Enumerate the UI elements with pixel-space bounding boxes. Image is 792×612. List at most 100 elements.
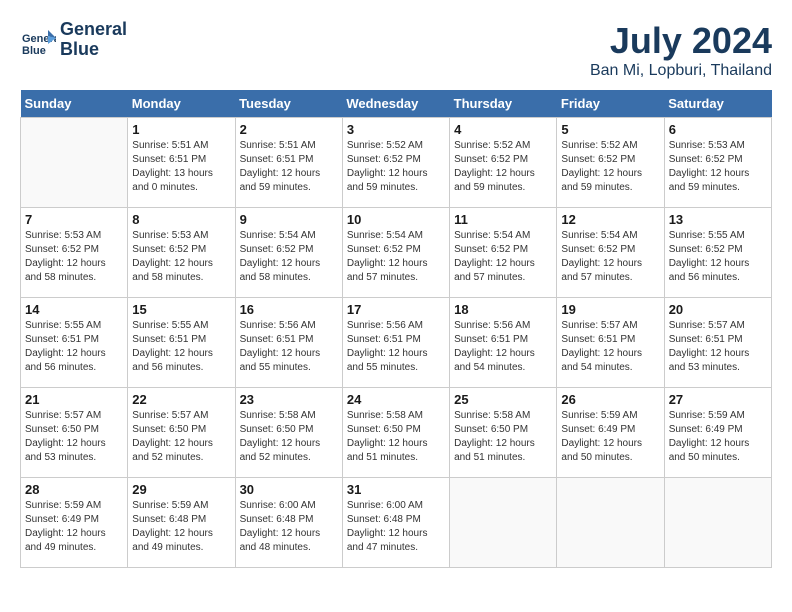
- day-cell: 5 Sunrise: 5:52 AM Sunset: 6:52 PM Daylig…: [557, 118, 664, 208]
- header-day-saturday: Saturday: [664, 90, 771, 118]
- logo-icon: General Blue: [20, 22, 56, 58]
- day-number: 1: [132, 122, 230, 137]
- day-number: 21: [25, 392, 123, 407]
- title-block: July 2024 Ban Mi, Lopburi, Thailand: [590, 20, 772, 80]
- day-cell: [664, 478, 771, 568]
- page-header: General Blue General Blue July 2024 Ban …: [20, 20, 772, 80]
- day-info: Sunrise: 5:58 AM Sunset: 6:50 PM Dayligh…: [454, 409, 552, 465]
- day-number: 23: [240, 392, 338, 407]
- day-info: Sunrise: 5:57 AM Sunset: 6:50 PM Dayligh…: [132, 409, 230, 465]
- day-number: 31: [347, 482, 445, 497]
- day-info: Sunrise: 5:52 AM Sunset: 6:52 PM Dayligh…: [454, 139, 552, 195]
- header-day-wednesday: Wednesday: [342, 90, 449, 118]
- day-cell: 17 Sunrise: 5:56 AM Sunset: 6:51 PM Dayli…: [342, 298, 449, 388]
- day-cell: 3Sunrise: 5:52 AM Sunset: 6:52 PM Daylig…: [342, 118, 449, 208]
- day-number: 9: [240, 212, 338, 227]
- header-row: SundayMondayTuesdayWednesdayThursdayFrid…: [21, 90, 772, 118]
- day-number: 18: [454, 302, 552, 317]
- day-info: Sunrise: 5:51 AM Sunset: 6:51 PM Dayligh…: [240, 139, 338, 195]
- day-cell: 9Sunrise: 5:54 AM Sunset: 6:52 PM Daylig…: [235, 208, 342, 298]
- day-number: 28: [25, 482, 123, 497]
- day-cell: 19Sunrise: 5:57 AM Sunset: 6:51 PM Dayli…: [557, 298, 664, 388]
- day-info: Sunrise: 5:57 AM Sunset: 6:51 PM Dayligh…: [669, 319, 767, 375]
- day-cell: 26 Sunrise: 5:59 AM Sunset: 6:49 PM Dayli…: [557, 388, 664, 478]
- day-number: 29: [132, 482, 230, 497]
- day-cell: 21 Sunrise: 5:57 AM Sunset: 6:50 PM Dayli…: [21, 388, 128, 478]
- day-number: 2: [240, 122, 338, 137]
- day-cell: 27 Sunrise: 5:59 AM Sunset: 6:49 PM Dayli…: [664, 388, 771, 478]
- day-number: 6: [669, 122, 767, 137]
- day-cell: 11Sunrise: 5:54 AM Sunset: 6:52 PM Dayli…: [450, 208, 557, 298]
- day-cell: 30Sunrise: 6:00 AM Sunset: 6:48 PM Dayli…: [235, 478, 342, 568]
- logo-text: General Blue: [60, 20, 127, 60]
- day-number: 19: [561, 302, 659, 317]
- day-number: 22: [132, 392, 230, 407]
- day-info: Sunrise: 5:57 AM Sunset: 6:50 PM Dayligh…: [25, 409, 123, 465]
- day-number: 14: [25, 302, 123, 317]
- svg-text:Blue: Blue: [22, 45, 46, 57]
- day-info: Sunrise: 5:53 AM Sunset: 6:52 PM Dayligh…: [132, 229, 230, 285]
- day-cell: 2 Sunrise: 5:51 AM Sunset: 6:51 PM Daylig…: [235, 118, 342, 208]
- day-info: Sunrise: 5:54 AM Sunset: 6:52 PM Dayligh…: [347, 229, 445, 285]
- day-number: 26: [561, 392, 659, 407]
- day-info: Sunrise: 6:00 AM Sunset: 6:48 PM Dayligh…: [347, 499, 445, 555]
- day-number: 15: [132, 302, 230, 317]
- day-number: 12: [561, 212, 659, 227]
- day-cell: 6Sunrise: 5:53 AM Sunset: 6:52 PM Daylig…: [664, 118, 771, 208]
- day-cell: [21, 118, 128, 208]
- day-cell: 25 Sunrise: 5:58 AM Sunset: 6:50 PM Dayli…: [450, 388, 557, 478]
- day-cell: 31 Sunrise: 6:00 AM Sunset: 6:48 PM Dayli…: [342, 478, 449, 568]
- header-day-sunday: Sunday: [21, 90, 128, 118]
- day-info: Sunrise: 5:58 AM Sunset: 6:50 PM Dayligh…: [240, 409, 338, 465]
- day-number: 8: [132, 212, 230, 227]
- day-cell: 4 Sunrise: 5:52 AM Sunset: 6:52 PM Daylig…: [450, 118, 557, 208]
- day-number: 5: [561, 122, 659, 137]
- header-day-friday: Friday: [557, 90, 664, 118]
- day-number: 7: [25, 212, 123, 227]
- day-cell: 14 Sunrise: 5:55 AM Sunset: 6:51 PM Dayli…: [21, 298, 128, 388]
- month-title: July 2024: [590, 20, 772, 62]
- location-title: Ban Mi, Lopburi, Thailand: [590, 62, 772, 80]
- header-day-thursday: Thursday: [450, 90, 557, 118]
- day-info: Sunrise: 5:51 AM Sunset: 6:51 PM Dayligh…: [132, 139, 230, 195]
- day-number: 16: [240, 302, 338, 317]
- day-cell: 23 Sunrise: 5:58 AM Sunset: 6:50 PM Dayli…: [235, 388, 342, 478]
- day-cell: 10 Sunrise: 5:54 AM Sunset: 6:52 PM Dayli…: [342, 208, 449, 298]
- day-info: Sunrise: 5:59 AM Sunset: 6:49 PM Dayligh…: [561, 409, 659, 465]
- day-info: Sunrise: 5:56 AM Sunset: 6:51 PM Dayligh…: [240, 319, 338, 375]
- day-info: Sunrise: 5:56 AM Sunset: 6:51 PM Dayligh…: [347, 319, 445, 375]
- day-cell: 29Sunrise: 5:59 AM Sunset: 6:48 PM Dayli…: [128, 478, 235, 568]
- calendar-table: SundayMondayTuesdayWednesdayThursdayFrid…: [20, 90, 772, 568]
- day-number: 25: [454, 392, 552, 407]
- day-number: 20: [669, 302, 767, 317]
- logo: General Blue General Blue: [20, 20, 127, 60]
- day-cell: 20 Sunrise: 5:57 AM Sunset: 6:51 PM Dayli…: [664, 298, 771, 388]
- day-cell: [450, 478, 557, 568]
- day-cell: [557, 478, 664, 568]
- day-number: 13: [669, 212, 767, 227]
- day-info: Sunrise: 5:52 AM Sunset: 6:52 PM Dayligh…: [561, 139, 659, 195]
- header-day-monday: Monday: [128, 90, 235, 118]
- day-number: 17: [347, 302, 445, 317]
- day-number: 4: [454, 122, 552, 137]
- day-info: Sunrise: 5:58 AM Sunset: 6:50 PM Dayligh…: [347, 409, 445, 465]
- day-cell: 18 Sunrise: 5:56 AM Sunset: 6:51 PM Dayli…: [450, 298, 557, 388]
- day-cell: 16 Sunrise: 5:56 AM Sunset: 6:51 PM Dayli…: [235, 298, 342, 388]
- day-cell: 12Sunrise: 5:54 AM Sunset: 6:52 PM Dayli…: [557, 208, 664, 298]
- day-cell: 7 Sunrise: 5:53 AM Sunset: 6:52 PM Daylig…: [21, 208, 128, 298]
- day-number: 27: [669, 392, 767, 407]
- day-info: Sunrise: 5:56 AM Sunset: 6:51 PM Dayligh…: [454, 319, 552, 375]
- day-info: Sunrise: 5:59 AM Sunset: 6:49 PM Dayligh…: [25, 499, 123, 555]
- header-day-tuesday: Tuesday: [235, 90, 342, 118]
- day-info: Sunrise: 5:53 AM Sunset: 6:52 PM Dayligh…: [25, 229, 123, 285]
- day-number: 30: [240, 482, 338, 497]
- day-info: Sunrise: 5:59 AM Sunset: 6:49 PM Dayligh…: [669, 409, 767, 465]
- day-number: 10: [347, 212, 445, 227]
- day-info: Sunrise: 5:55 AM Sunset: 6:51 PM Dayligh…: [132, 319, 230, 375]
- day-number: 11: [454, 212, 552, 227]
- week-row-4: 21 Sunrise: 5:57 AM Sunset: 6:50 PM Dayli…: [21, 388, 772, 478]
- day-number: 3: [347, 122, 445, 137]
- day-cell: 1 Sunrise: 5:51 AM Sunset: 6:51 PM Daylig…: [128, 118, 235, 208]
- day-info: Sunrise: 5:55 AM Sunset: 6:51 PM Dayligh…: [25, 319, 123, 375]
- week-row-3: 14 Sunrise: 5:55 AM Sunset: 6:51 PM Dayli…: [21, 298, 772, 388]
